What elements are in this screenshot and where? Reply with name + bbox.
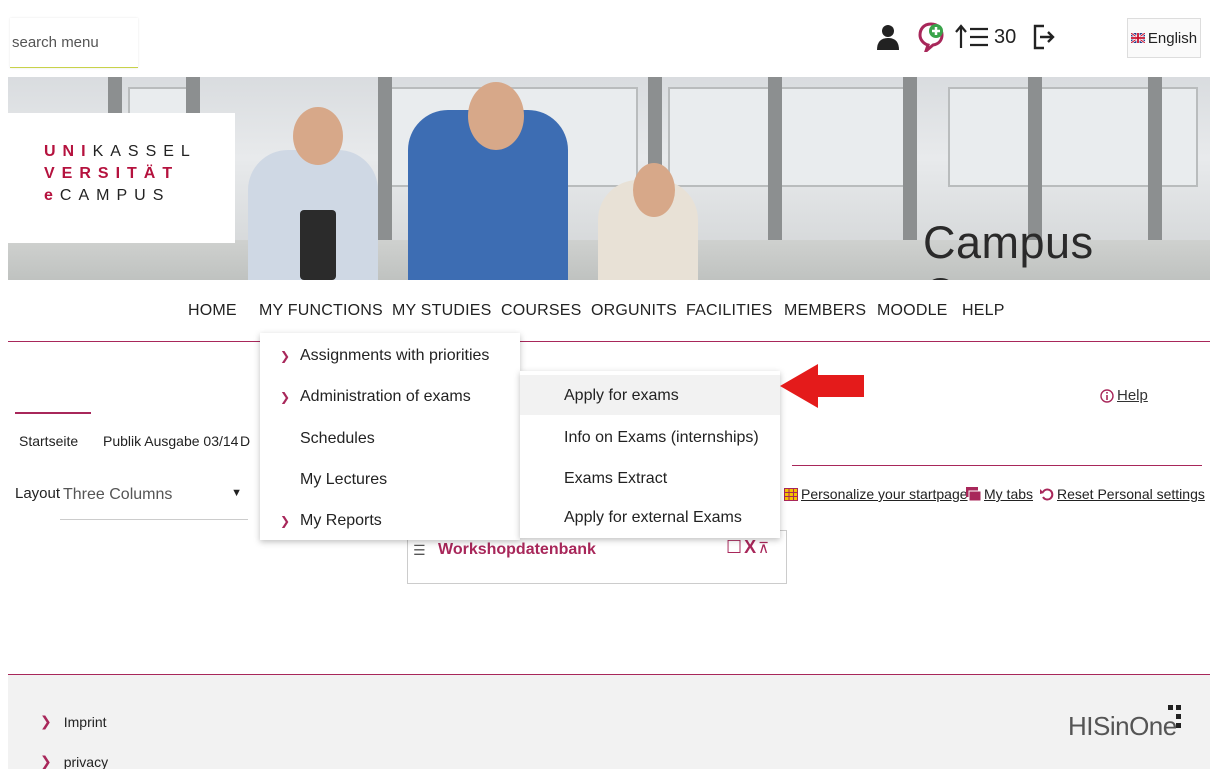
submenu-apply-external-exams[interactable]: Apply for external Exams: [520, 497, 780, 537]
my-functions-dropdown: ❯ Assignments with priorities ❯ Administ…: [260, 333, 520, 540]
info-icon: [1100, 388, 1114, 403]
layout-label: Layout: [15, 485, 61, 502]
tab-startseite[interactable]: Startseite: [19, 433, 78, 449]
search-box[interactable]: [10, 18, 138, 68]
chevron-down-icon: ❯: [280, 349, 291, 363]
user-icon[interactable]: [876, 22, 900, 52]
maximize-icon[interactable]: ☐: [726, 537, 742, 558]
layout-select[interactable]: Three Columns ▼: [60, 470, 248, 520]
layout-selected-value: Three Columns: [63, 485, 173, 503]
submenu-apply-for-exams[interactable]: Apply for exams: [520, 375, 780, 415]
top-bar: 30 English: [0, 0, 1210, 76]
hisinone-logo: HISinOne: [1068, 711, 1177, 741]
language-button[interactable]: English: [1127, 18, 1201, 58]
header-banner: UNIKASSEL VERSITÄT eCAMPUS Campus Center: [8, 77, 1210, 280]
nav-help[interactable]: HELP: [962, 302, 1005, 320]
nav-my-functions[interactable]: MY FUNCTIONS: [259, 302, 383, 320]
search-input[interactable]: [10, 18, 130, 66]
nav-moodle[interactable]: MOODLE: [877, 302, 948, 320]
help-link[interactable]: Help: [1100, 387, 1148, 404]
menu-item-my-reports[interactable]: ❯ My Reports: [260, 500, 520, 540]
nav-divider: [8, 341, 1210, 342]
menu-item-assignments[interactable]: ❯ Assignments with priorities: [260, 335, 520, 375]
active-tab-indicator: [15, 412, 91, 414]
tabs-divider: [792, 465, 1202, 466]
submenu-exams-extract[interactable]: Exams Extract: [520, 458, 780, 498]
menu-item-administration-of-exams[interactable]: ❯ Administration of exams: [260, 376, 520, 416]
drag-handle-icon[interactable]: ☰: [413, 542, 426, 559]
portlet-controls: ☐ X ⊼: [726, 537, 769, 558]
footer-link-imprint[interactable]: ❯ Imprint: [40, 713, 107, 730]
university-logo[interactable]: UNIKASSEL VERSITÄT eCAMPUS: [8, 113, 235, 243]
submenu-info-on-exams[interactable]: Info on Exams (internships): [520, 417, 780, 457]
dropdown-arrow-icon: ▼: [231, 487, 242, 499]
nav-my-studies[interactable]: MY STUDIES: [392, 302, 492, 320]
chevron-down-icon: ❯: [280, 390, 291, 404]
footer-link-privacy[interactable]: ❯ privacy: [40, 753, 108, 769]
help-label: Help: [1117, 387, 1148, 404]
portlet-title: Workshopdatenbank: [438, 541, 596, 558]
nav-courses[interactable]: COURSES: [501, 302, 582, 320]
personalize-startpage-link[interactable]: Personalize your startpage: [784, 486, 968, 502]
nav-members[interactable]: MEMBERS: [784, 302, 866, 320]
close-icon[interactable]: X: [744, 537, 756, 558]
tab-d[interactable]: D: [240, 433, 250, 449]
tabs-icon: [966, 487, 981, 501]
menu-item-my-lectures[interactable]: My Lectures: [260, 459, 520, 499]
reset-settings-link[interactable]: Reset Personal settings: [1040, 486, 1205, 502]
exams-submenu: Apply for exams Info on Exams (internshi…: [520, 371, 780, 538]
font-size-value: 30: [994, 26, 1017, 48]
reset-icon: [1040, 488, 1054, 501]
language-label: English: [1147, 29, 1198, 47]
tab-publik-ausgabe[interactable]: Publik Ausgabe 03/14: [103, 433, 238, 449]
nav-facilities[interactable]: FACILITIES: [686, 302, 772, 320]
nav-home[interactable]: HOME: [188, 302, 237, 320]
chevron-right-icon: ❯: [40, 713, 52, 729]
chat-plus-icon[interactable]: [918, 22, 944, 52]
uk-flag-icon: [1130, 33, 1145, 43]
banner-title: Campus Center: [923, 217, 1094, 280]
collapse-icon[interactable]: ⊼: [758, 539, 769, 557]
main-nav: HOME MY FUNCTIONS MY STUDIES COURSES ORG…: [0, 302, 1210, 326]
grid-icon: [784, 487, 798, 501]
chevron-right-icon: ❯: [40, 753, 52, 769]
logout-icon[interactable]: [1032, 22, 1056, 52]
hisinone-dots-icon: [1168, 705, 1181, 728]
footer: ❯ Imprint ❯ privacy HISinOne: [8, 675, 1210, 769]
menu-item-schedules[interactable]: Schedules: [260, 418, 520, 458]
font-size-icon[interactable]: [955, 22, 989, 52]
nav-orgunits[interactable]: ORGUNITS: [591, 302, 677, 320]
chevron-down-icon: ❯: [280, 514, 291, 528]
my-tabs-link[interactable]: My tabs: [966, 486, 1033, 502]
red-arrow-annotation: [780, 364, 864, 408]
